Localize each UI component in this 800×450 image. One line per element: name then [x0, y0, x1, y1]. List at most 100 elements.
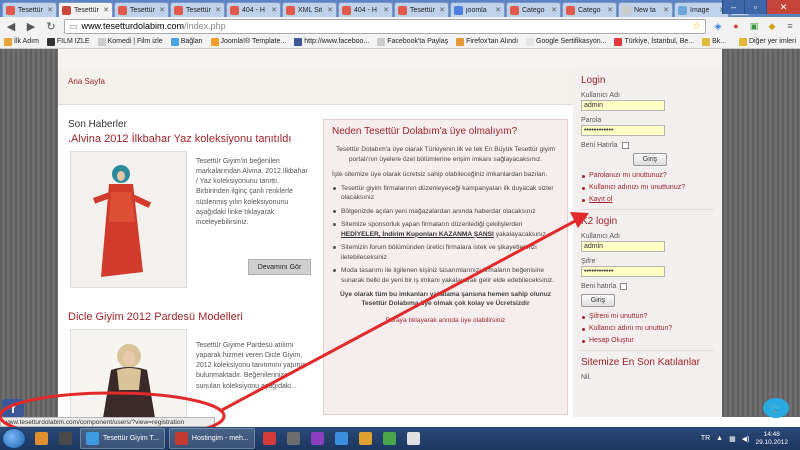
article-photo[interactable]	[70, 151, 187, 288]
tab-close-icon[interactable]: ✕	[551, 6, 557, 14]
browser-tab[interactable]: Catego ✕	[562, 2, 617, 17]
k2-login-button[interactable]: Giriş	[581, 294, 615, 307]
tab-close-icon[interactable]: ✕	[663, 6, 669, 14]
taskbar-app-icon[interactable]	[30, 428, 52, 449]
taskbar-app-icon[interactable]	[307, 428, 329, 449]
bookmark-item[interactable]: Google Sertifikasyon...	[526, 37, 606, 46]
bookmark-favicon-icon	[170, 37, 179, 46]
clock[interactable]: 14:48 29.10.2012	[755, 431, 788, 446]
forward-icon[interactable]: ▶	[24, 19, 38, 33]
taskbar-app-icon[interactable]	[403, 428, 425, 449]
other-bookmarks[interactable]: Diğer yer imleri	[738, 37, 796, 46]
bookmark-item[interactable]: Komedi | Film izle	[97, 37, 163, 46]
browser-tab[interactable]: 404 - H ✕	[338, 2, 393, 17]
bookmark-item[interactable]: Joomla!® Template...	[210, 37, 286, 46]
tab-close-icon[interactable]: ✕	[327, 6, 333, 14]
tab-close-icon[interactable]: ✕	[271, 6, 277, 14]
maximize-button[interactable]: ▫	[744, 0, 766, 14]
taskbar-app-icon[interactable]	[379, 428, 401, 449]
username-input[interactable]: admin	[581, 100, 665, 111]
breadcrumb-home-link[interactable]: Ana Sayfa	[68, 77, 105, 86]
browser-tab[interactable]: 404 - H ✕	[226, 2, 281, 17]
article-title[interactable]: .Alvina 2012 İlkbahar Yaz koleksiyonu ta…	[68, 133, 308, 145]
browser-tab[interactable]: Tesettür ✕	[170, 2, 225, 17]
browser-tab[interactable]: Tesettür ✕	[114, 2, 169, 17]
password-label: Parola	[581, 117, 602, 124]
bookmark-item[interactable]: Bağlan	[170, 37, 203, 46]
taskbar-app-icon[interactable]	[259, 428, 281, 449]
browser-tab[interactable]: XML Sit ✕	[282, 2, 337, 17]
bookmark-list: İlk Adım FILM IZLE Komedi | Film izle Bağla…	[4, 37, 726, 46]
taskbar-app-icon[interactable]	[54, 428, 76, 449]
benefits-list: Tesettür giyim firmalarının düzenleyeceğ…	[332, 184, 559, 286]
bookmark-item[interactable]: İlk Adım	[4, 37, 39, 46]
tab-close-icon[interactable]: ✕	[495, 6, 501, 14]
minimize-button[interactable]: –	[722, 0, 744, 14]
k2-create-account-link[interactable]: Hesap Oluştur	[581, 337, 714, 344]
extension-icon[interactable]: ◈	[712, 20, 724, 32]
password-input[interactable]: ••••••••••••	[581, 125, 665, 136]
tab-favicon-icon	[398, 5, 407, 15]
article-photo[interactable]	[70, 329, 187, 417]
k2-username-input[interactable]: admin	[581, 241, 665, 252]
browser-tab[interactable]: joomla ✕	[450, 2, 505, 17]
facebook-icon[interactable]: f	[2, 399, 24, 417]
taskbar-app-icon[interactable]	[355, 428, 377, 449]
k2-password-input[interactable]: ••••••••••••	[581, 266, 665, 277]
browser-tab[interactable]: Tesettür ✕	[58, 2, 113, 17]
extension-icon[interactable]: ◆	[766, 20, 778, 32]
bookmark-item[interactable]: Firefox'tan Alındı	[456, 37, 518, 46]
bookmark-item[interactable]: Facebook'ta Paylaş	[377, 37, 448, 46]
forgot-username-link[interactable]: Kullanıcı adınızı mı unuttunuz?	[581, 184, 714, 191]
tab-close-icon[interactable]: ✕	[215, 6, 221, 14]
extension-icon[interactable]: ▣	[748, 20, 760, 32]
register-link[interactable]: Kayıt ol	[581, 196, 714, 203]
tab-label: Tesettür	[18, 6, 43, 14]
model-red-dress-image	[71, 152, 186, 287]
bookmark-favicon-icon	[526, 37, 535, 46]
read-more-button[interactable]: Devamını Gör	[248, 259, 311, 275]
bookmark-item[interactable]: FILM IZLE	[46, 37, 90, 46]
star-icon[interactable]: ☆	[692, 21, 701, 32]
bookmark-item[interactable]: Türkiye, İstanbul, Be...	[614, 37, 694, 46]
extension-icon[interactable]: ●	[730, 20, 742, 32]
k2-forgot-username-link[interactable]: Kullanıcı adını mı unuttun?	[581, 325, 714, 332]
signup-link[interactable]: Buraya tıklayarak anında üye olabilirsin…	[332, 317, 559, 324]
latest-member-item[interactable]: Nil.	[581, 374, 714, 381]
article-title[interactable]: Dicle Giyim 2012 Pardesü Modelleri	[68, 311, 308, 323]
taskbar-app-icon[interactable]	[283, 428, 305, 449]
remember-me-checkbox[interactable]	[621, 142, 629, 149]
window-close-button[interactable]: ✕	[766, 0, 800, 14]
tab-close-icon[interactable]: ✕	[607, 6, 613, 14]
back-icon[interactable]: ◀	[4, 19, 18, 33]
network-icon[interactable]: ▦	[729, 435, 736, 443]
k2-forgot-password-link[interactable]: Şifreni mi unuttun?	[581, 313, 714, 320]
browser-tab[interactable]: Tesettür ✕	[2, 2, 57, 17]
k2-remember-checkbox[interactable]	[620, 283, 628, 290]
tray-arrow-icon[interactable]: ▲	[716, 435, 723, 442]
wrench-icon[interactable]: ≡	[784, 20, 796, 32]
forgot-password-link[interactable]: Parolanızı mı unuttunuz?	[581, 172, 714, 179]
tab-close-icon[interactable]: ✕	[383, 6, 389, 14]
twitter-icon[interactable]: 🐦	[763, 398, 789, 418]
tab-close-icon[interactable]: ✕	[159, 6, 165, 14]
tab-close-icon[interactable]: ✕	[103, 6, 109, 14]
bookmark-item[interactable]: http://www.faceboo...	[294, 37, 369, 46]
bookmark-item[interactable]: Bk...	[702, 37, 726, 46]
address-bar[interactable]: ▭ www.tesetturdolabim.com/index.php ☆	[64, 18, 706, 34]
volume-icon[interactable]: ◀)	[742, 435, 750, 443]
browser-tab[interactable]: New ta ✕	[618, 2, 673, 17]
login-button[interactable]: Giriş	[633, 153, 667, 166]
tab-close-icon[interactable]: ✕	[47, 6, 53, 14]
reload-icon[interactable]: ↻	[44, 19, 58, 33]
browser-tab[interactable]: Image✕	[674, 2, 729, 17]
taskbar-window-button[interactable]: Hostingim - meh...	[168, 428, 255, 449]
browser-tab[interactable]: Catego ✕	[506, 2, 561, 17]
taskbar-window-button[interactable]: Tesettür Giyim T...	[80, 428, 165, 449]
taskbar-app-icon[interactable]	[331, 428, 353, 449]
language-indicator[interactable]: TR	[701, 435, 710, 442]
start-button[interactable]	[2, 428, 26, 449]
browser-tab[interactable]: Tesettür ✕	[394, 2, 449, 17]
tab-label: Catego	[522, 6, 545, 14]
tab-close-icon[interactable]: ✕	[439, 6, 445, 14]
